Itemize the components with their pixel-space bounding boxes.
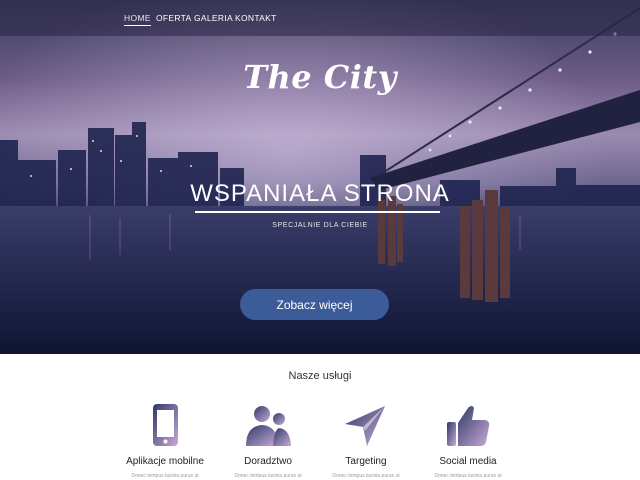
hero-subheadline: SPECJALNIE DLA CIEBIE — [272, 222, 368, 229]
nav-item-kontakt[interactable]: KONTAKT — [235, 13, 277, 23]
service-consulting: Doradztwo Donec tempus lacinia purus ut — [213, 398, 323, 479]
service-description: Donec tempus lacinia purus ut — [434, 473, 502, 479]
nav-item-home[interactable]: HOME — [124, 13, 151, 26]
nav-item-oferta[interactable]: OFERTA — [156, 13, 192, 23]
service-label: Targeting — [345, 456, 387, 467]
brand-title: The City — [243, 58, 397, 96]
hero-section: HOME OFERTA GALERIA KONTAKT The City WSP… — [0, 0, 640, 354]
service-description: Donec tempus lacinia purus ut — [332, 473, 400, 479]
see-more-button[interactable]: Zobacz więcej — [240, 289, 389, 320]
users-icon — [246, 406, 291, 446]
service-label: Aplikacje mobilne — [126, 456, 204, 467]
headline-underline — [195, 211, 440, 213]
paper-plane-icon — [345, 406, 385, 446]
service-label: Doradztwo — [244, 456, 292, 467]
nav-item-galeria[interactable]: GALERIA — [194, 13, 233, 23]
service-targeting: Targeting Donec tempus lacinia purus ut — [311, 398, 421, 479]
service-description: Donec tempus lacinia purus ut — [131, 473, 199, 479]
service-description: Donec tempus lacinia purus ut — [234, 473, 302, 479]
smartphone-icon — [153, 404, 178, 446]
service-mobile-apps: Aplikacje mobilne Donec tempus lacinia p… — [110, 398, 220, 479]
services-title: Nasze usługi — [288, 370, 352, 382]
top-navigation: HOME OFERTA GALERIA KONTAKT — [0, 0, 640, 36]
thumbs-up-icon — [447, 406, 490, 446]
service-social-media: Social media Donec tempus lacinia purus … — [413, 398, 523, 479]
service-label: Social media — [439, 456, 497, 467]
hero-headline: WSPANIAŁA STRONA — [190, 180, 450, 207]
